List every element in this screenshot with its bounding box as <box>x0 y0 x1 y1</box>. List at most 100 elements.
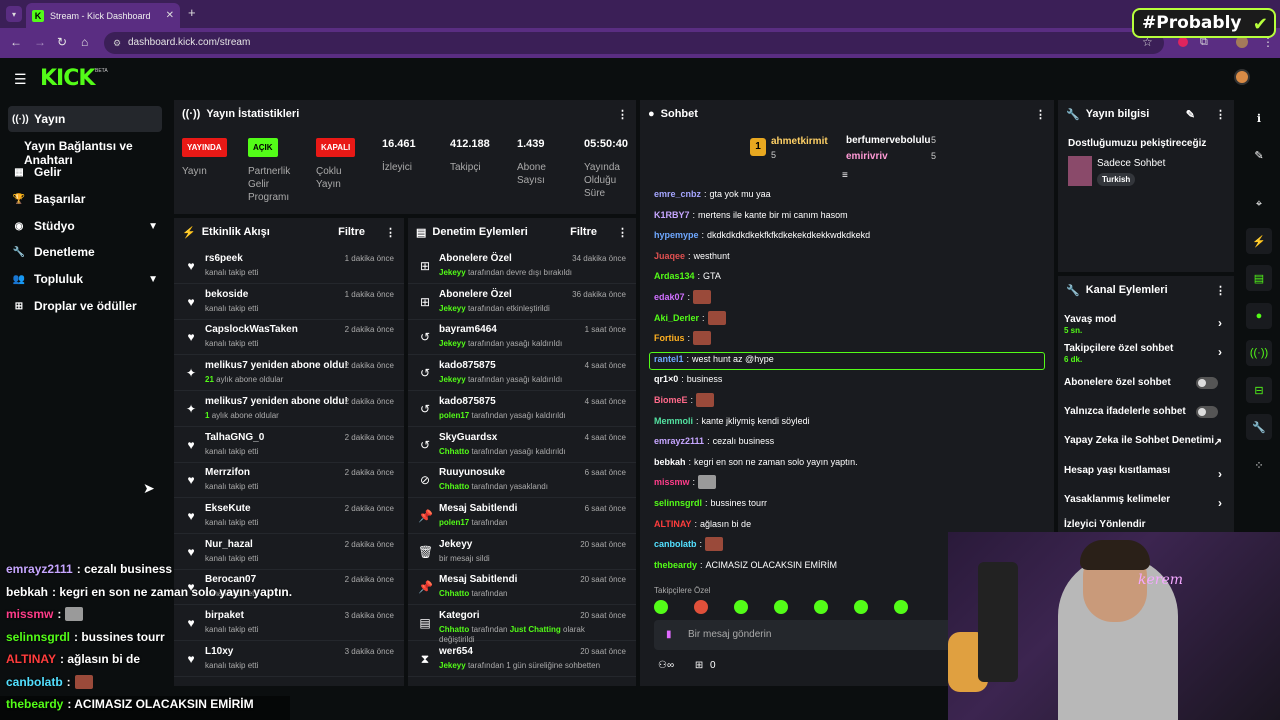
browser-tab[interactable]: K Stream - Kick Dashboard ✕ <box>26 3 180 28</box>
feed-row[interactable]: ♥ EkseKute kanalı takip etti 2 dakika ön… <box>174 498 404 534</box>
emote-icon[interactable] <box>694 600 708 614</box>
chat-username[interactable]: canbolatb <box>654 539 697 549</box>
chat-bubble-icon[interactable]: ● <box>1246 303 1272 329</box>
kebab-menu-icon[interactable]: ⋮ <box>385 226 396 239</box>
sidebar-item-achievements[interactable]: 🏆 Başarılar <box>8 186 162 212</box>
chat-username[interactable]: Memmoli <box>654 416 693 426</box>
toggle-switch[interactable] <box>1196 406 1218 418</box>
chat-message[interactable]: Fortius: <box>654 329 712 347</box>
sidebar-item-moderation[interactable]: 🔧 Denetleme <box>8 239 162 265</box>
chat-username[interactable]: emre_cnbz <box>654 189 701 199</box>
chat-username[interactable]: Aki_Derler <box>654 313 699 323</box>
chat-message[interactable]: qr1×0: business <box>654 370 722 388</box>
chat-message[interactable]: ALTINAY: ağlasın bi de <box>654 515 751 533</box>
reload-icon[interactable]: ↻ <box>57 35 67 49</box>
extension-icon[interactable] <box>1178 37 1188 47</box>
chat-message[interactable]: hypemype: dkdkdkdkdkekfkfkdkekekdkekkwdkd… <box>654 226 870 244</box>
focus-icon[interactable]: ⌖ <box>1246 191 1272 217</box>
broadcast-icon[interactable]: ((·)) <box>1246 340 1272 366</box>
lightning-icon[interactable]: ⚡ <box>1246 228 1272 254</box>
feed-filter-button[interactable]: Filtre <box>338 226 365 238</box>
site-info-icon[interactable]: ⚙ <box>113 32 121 54</box>
feed-row[interactable]: ♥ rs6peek kanalı takip etti 1 dakika önc… <box>174 248 404 284</box>
mod-row[interactable]: ↺ kado875875 Jekeyy tarafından yasağı ka… <box>408 355 636 392</box>
feed-row[interactable]: ♥ bekoside kanalı takip etti 1 dakika ön… <box>174 284 404 320</box>
channel-action-row[interactable]: Yapay Zeka ile Sohbet Denetimi ↗ <box>1064 435 1228 448</box>
feed-row[interactable]: ♥ CapslockWasTaken kanalı takip etti 2 d… <box>174 319 404 356</box>
sidebar-item-revenue[interactable]: ▦ Gelir <box>8 159 162 185</box>
gifter-name[interactable]: emirivriv <box>846 151 888 162</box>
back-icon[interactable]: ← <box>10 35 22 49</box>
emote-icon[interactable] <box>774 600 788 614</box>
emote-icon[interactable] <box>854 600 868 614</box>
new-tab-icon[interactable]: + <box>188 5 196 20</box>
address-bar[interactable]: ⚙ dashboard.kick.com/stream <box>104 32 1164 54</box>
kebab-menu-icon[interactable]: ⋮ <box>617 108 628 121</box>
chat-message[interactable]: emrayz2111: cezalı business <box>654 432 774 450</box>
forward-icon[interactable]: → <box>34 35 46 49</box>
chat-message[interactable]: BiomeE: <box>654 391 715 409</box>
channel-action-row[interactable]: Yavaş mod 5 sn. › <box>1064 314 1228 335</box>
mod-row[interactable]: ↺ kado875875 polen17 tarafından yasağı k… <box>408 391 636 427</box>
chat-message[interactable]: rantel1: west hunt az @hype <box>654 350 774 368</box>
chat-username[interactable]: Fortius <box>654 333 685 343</box>
user-avatar[interactable] <box>1234 69 1250 85</box>
emote-icon[interactable] <box>654 600 668 614</box>
sidebar-item-community[interactable]: 👥 Topluluk ▼ <box>8 266 162 292</box>
edit-pencil-icon[interactable]: ✎ <box>1186 108 1195 121</box>
chat-username[interactable]: BiomeE <box>654 395 688 405</box>
chat-message[interactable]: thebeardy: ACIMASIZ OLACAKSIN EMİRİM <box>654 556 837 574</box>
mod-row[interactable]: 🗑 Jekeyy bir mesajı sildi 20 saat önce <box>408 534 636 570</box>
kebab-menu-icon[interactable]: ⋮ <box>1035 108 1046 121</box>
chat-message[interactable]: edak07: <box>654 288 712 306</box>
chat-username[interactable]: K1RBY7 <box>654 210 690 220</box>
feed-row[interactable]: ✦ melikus7 yeniden abone oldu! 1 aylık a… <box>174 391 404 427</box>
mod-filter-button[interactable]: Filtre <box>570 226 597 238</box>
channel-action-row[interactable]: Yasaklanmış kelimeler › <box>1064 494 1228 510</box>
chat-message[interactable]: Ardas134: GTA <box>654 267 721 285</box>
sidebar-item-drops[interactable]: ⊞ Droplar ve ödüller <box>8 293 162 319</box>
chat-message[interactable]: emre_cnbz: gta yok mu yaa <box>654 185 771 203</box>
wrench-icon[interactable]: 🔧 <box>1246 414 1272 440</box>
mod-row[interactable]: ⧗ wer654 Jekeyy tarafından 1 gün süreliğ… <box>408 641 636 677</box>
chat-username[interactable]: bebkah <box>654 457 686 467</box>
sidebar-item-studio[interactable]: ◉ Stüdyo ▼ <box>8 213 162 239</box>
chat-message[interactable]: K1RBY7: mertens ile kante bir mi canım ha… <box>654 206 848 224</box>
chat-username[interactable]: Juaqee <box>654 251 685 261</box>
chat-username[interactable]: hypemype <box>654 230 699 240</box>
expand-chevron-icon[interactable]: ≡ <box>842 170 848 181</box>
chat-username[interactable]: ALTINAY <box>654 519 692 529</box>
mod-row[interactable]: ⊞ Abonelere Özel Jekeyy tarafından etkin… <box>408 284 636 320</box>
gifter-name[interactable]: ahmetkirmit <box>771 136 828 147</box>
chat-username[interactable]: edak07 <box>654 292 685 302</box>
chat-message[interactable]: missmw: <box>654 473 717 491</box>
users-icon[interactable]: ⚇∞ <box>658 660 674 671</box>
chat-username[interactable]: selinnsgrdl <box>654 498 702 508</box>
close-tab-icon[interactable]: ✕ <box>166 10 174 21</box>
chat-message[interactable]: selinnsgrdl: bussines tourr <box>654 494 767 512</box>
layout-icon[interactable]: ⊟ <box>1246 377 1272 403</box>
kebab-menu-icon[interactable]: ⋮ <box>1215 108 1226 121</box>
channel-action-row[interactable]: Takipçilere özel sohbet 6 dk. › <box>1064 343 1228 364</box>
chat-message[interactable]: Juaqee: westhunt <box>654 247 730 265</box>
gift-icon[interactable]: ⊞ <box>695 660 703 671</box>
kebab-menu-icon[interactable]: ⋮ <box>1215 284 1226 297</box>
mod-row[interactable]: ⊞ Abonelere Özel Jekeyy tarafından devre… <box>408 248 636 284</box>
mic-icon[interactable]: ▮ <box>666 620 672 650</box>
mod-row[interactable]: ↺ bayram6464 Jekeyy tarafından yasağı ka… <box>408 319 636 356</box>
menu-icon[interactable]: ☰ <box>14 71 27 88</box>
chat-username[interactable]: missmw <box>654 477 690 487</box>
emote-icon[interactable] <box>734 600 748 614</box>
category-name[interactable]: Sadece Sohbet <box>1097 158 1165 169</box>
home-icon[interactable]: ⌂ <box>81 35 88 49</box>
kick-logo[interactable]: KICK <box>40 66 95 91</box>
mod-row[interactable]: ⊘ Ruuyunosuke Chhatto tarafından yasakla… <box>408 462 636 499</box>
sidebar-item-stream[interactable]: ((·)) Yayın <box>8 106 162 132</box>
chat-message[interactable]: canbolatb: <box>654 535 724 553</box>
chat-username[interactable]: Ardas134 <box>654 271 695 281</box>
add-widget-icon[interactable]: ⁘ <box>1246 452 1272 478</box>
info-icon[interactable]: ℹ <box>1246 105 1272 131</box>
chat-username[interactable]: thebeardy <box>654 560 697 570</box>
toggle-switch[interactable] <box>1196 377 1218 389</box>
clipboard-icon[interactable]: ▤ <box>1246 265 1272 291</box>
